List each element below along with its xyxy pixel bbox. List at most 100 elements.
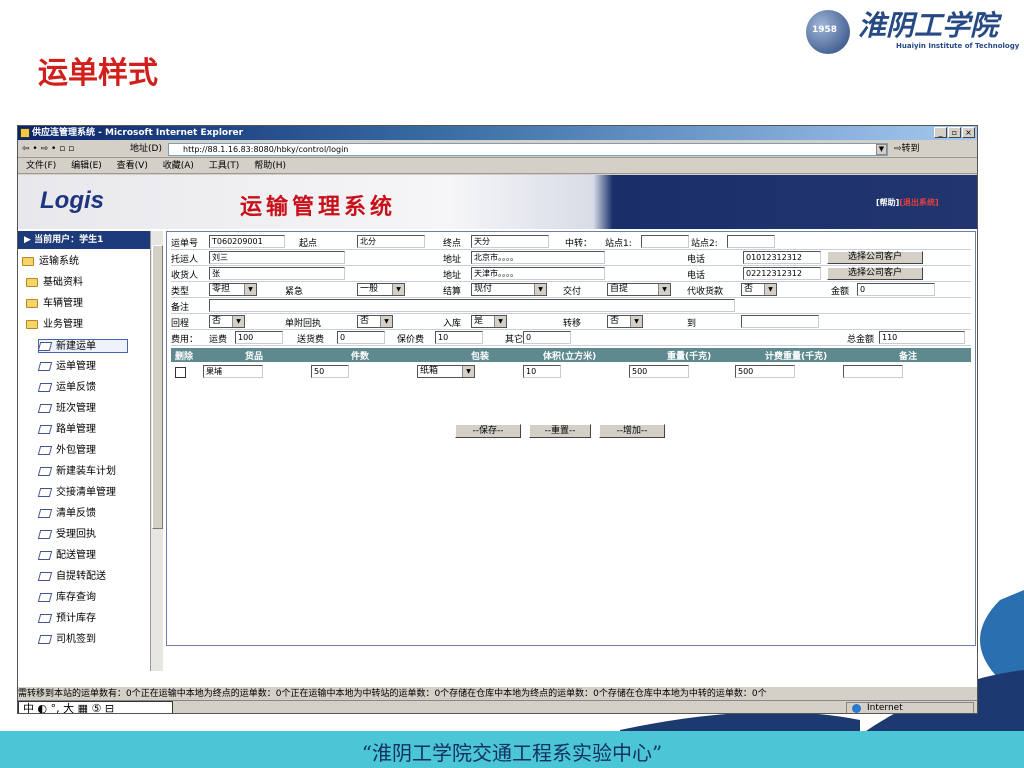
instock-select[interactable]: 是 [471, 315, 507, 328]
consignee-addr-input[interactable]: 天津市。。。。 [471, 267, 605, 280]
weight-input[interactable]: 500 [629, 365, 689, 378]
sidebar-item-waybill-feedback[interactable]: 运单反馈 [22, 381, 150, 395]
deliver-select[interactable]: 自提 [607, 283, 671, 296]
zone-label: Internet [867, 703, 903, 713]
return-select[interactable]: 否 [209, 315, 245, 328]
menu-favorites[interactable]: 收藏(A) [163, 161, 194, 171]
consignee-phone-input[interactable]: 02212312312 [743, 267, 821, 280]
form-row-waybill: 运单号 T060209001 起点 北分 终点 天分 中转： 站点1: 站点2: [171, 234, 971, 250]
sidebar-item-business[interactable]: 业务管理 [22, 318, 150, 332]
receipt-select[interactable]: 否 [357, 315, 393, 328]
menu-tools[interactable]: 工具(T) [209, 161, 240, 171]
menu-view[interactable]: 查看(V) [117, 161, 148, 171]
row-remark-input[interactable] [843, 365, 903, 378]
sidebar-item-list-feedback[interactable]: 清单反馈 [22, 507, 150, 521]
pack-select[interactable]: 纸箱 [417, 365, 475, 378]
shipper-input[interactable]: 刘三 [209, 251, 345, 264]
sidebar-item-forecast-stock[interactable]: 预计库存 [22, 612, 150, 626]
delivery-fee-input[interactable]: 0 [337, 331, 385, 344]
urgent-select[interactable]: 一般 [357, 283, 405, 296]
sidebar-item-stock-query[interactable]: 库存查询 [22, 591, 150, 605]
menu-edit[interactable]: 编辑(E) [71, 161, 102, 171]
logo-year: 1958 [812, 25, 838, 35]
edit-icon [37, 571, 53, 581]
current-user: ▶ 当前用户：学生1 [18, 231, 150, 249]
sidebar-item-delivery[interactable]: 配送管理 [22, 549, 150, 563]
insurance-input[interactable]: 10 [435, 331, 483, 344]
sidebar-item-new-waybill[interactable]: 新建运单 [37, 339, 128, 353]
total-input[interactable]: 110 [879, 331, 965, 344]
reset-button[interactable]: --重置-- [529, 424, 591, 438]
sidebar-scrollbar[interactable] [150, 231, 163, 671]
station1-input[interactable] [641, 235, 689, 248]
goods-input[interactable]: 果埔 [203, 365, 263, 378]
qty-input[interactable]: 50 [311, 365, 349, 378]
help-link[interactable]: [帮助] [876, 198, 899, 207]
consignee-input[interactable]: 张 [209, 267, 345, 280]
volume-input[interactable]: 10 [523, 365, 561, 378]
other-input[interactable]: 0 [523, 331, 571, 344]
delete-checkbox[interactable] [175, 367, 186, 378]
other-label: 其它 [505, 335, 524, 345]
edit-icon [37, 382, 53, 392]
transfer-label: 中转： [565, 239, 593, 249]
url-input[interactable]: http://88.1.16.83:8080/hbky/control/logi… [168, 143, 888, 156]
sidebar-item-receipt[interactable]: 受理回执 [22, 528, 150, 542]
waybill-no-input[interactable]: T060209001 [209, 235, 285, 248]
origin-input[interactable]: 北分 [357, 235, 425, 248]
transfer2-select[interactable]: 否 [607, 315, 643, 328]
sidebar-item-shift[interactable]: 班次管理 [22, 402, 150, 416]
exit-link[interactable]: [退出系统] [899, 198, 938, 207]
sidebar-item-transport[interactable]: 运输系统 [22, 255, 150, 269]
maximize-button[interactable]: ▫ [948, 127, 961, 138]
sidebar-item-outsource[interactable]: 外包管理 [22, 444, 150, 458]
remark-label: 备注 [171, 303, 190, 313]
station1-label: 站点1: [605, 239, 632, 249]
charge-weight-input[interactable]: 500 [735, 365, 795, 378]
header-links: [帮助][退出系统] [876, 197, 939, 208]
waybill-stats: 需转移到本站的运单数有：0个正在运输中本地为终点的运单数：0个正在运输中本地为中… [18, 689, 767, 699]
sidebar-item-driver-checkin[interactable]: 司机签到 [22, 633, 150, 647]
freight-input[interactable]: 100 [235, 331, 283, 344]
dest-input[interactable]: 天分 [471, 235, 549, 248]
back-forward-icon[interactable]: ⇦ • ⇨ • ▫ ▫ [22, 141, 74, 158]
go-button[interactable]: ⇨转到 [894, 141, 920, 158]
minimize-button[interactable]: _ [934, 127, 947, 138]
close-button[interactable]: × [962, 127, 975, 138]
shipper-addr-input[interactable]: 北京市。。。。 [471, 251, 605, 264]
sidebar-item-self-pickup[interactable]: 自提转配送 [22, 570, 150, 584]
menu-help[interactable]: 帮助(H) [254, 161, 286, 171]
add-button[interactable]: --增加-- [599, 424, 665, 438]
edit-icon [37, 529, 53, 539]
goods-grid-header: 删除 货品 件数 包装 体积(立方米) 重量(千克) 计费重量(千克) 备注 [171, 348, 971, 362]
amount-input[interactable]: 0 [857, 283, 935, 296]
sidebar-item-loading-plan[interactable]: 新建装车计划 [22, 465, 150, 479]
sidebar-item-route[interactable]: 路单管理 [22, 423, 150, 437]
type-select[interactable]: 零担 [209, 283, 257, 296]
to-label: 到 [687, 319, 697, 329]
slide-title: 运单样式 [38, 56, 158, 91]
sidebar-item-vehicle[interactable]: 车辆管理 [22, 297, 150, 311]
web-page: Logis 运输管理系统 [帮助][退出系统] ▶ 当前用户：学生1 运输系统 … [18, 175, 977, 687]
sidebar-item-basic-data[interactable]: 基础资料 [22, 276, 150, 290]
ime-toolbar[interactable]: 中 ◐ °, 大 ▦ ⑤ ⊟ [18, 701, 173, 713]
station2-input[interactable] [727, 235, 775, 248]
choose-consignee-button[interactable]: 选择公司客户 [827, 267, 923, 280]
choose-shipper-button[interactable]: 选择公司客户 [827, 251, 923, 264]
remark-input[interactable] [209, 299, 735, 312]
to-input[interactable] [741, 315, 819, 328]
app-logo: Logis [40, 187, 104, 214]
menu-file[interactable]: 文件(F) [26, 161, 56, 171]
menu-bar: 文件(F) 编辑(E) 查看(V) 收藏(A) 工具(T) 帮助(H) [18, 159, 977, 174]
ie-icon [20, 128, 30, 138]
scroll-thumb[interactable] [152, 245, 163, 529]
shipper-phone-input[interactable]: 01012312312 [743, 251, 821, 264]
sidebar-item-waybill-mgmt[interactable]: 运单管理 [22, 360, 150, 374]
sidebar-item-handover[interactable]: 交接清单管理 [22, 486, 150, 500]
freight-label: 运费 [209, 335, 228, 345]
settle-select[interactable]: 现付 [471, 283, 547, 296]
dropdown-arrow-icon[interactable]: ▼ [876, 144, 887, 155]
waybill-form-panel: 运单号 T060209001 起点 北分 终点 天分 中转： 站点1: 站点2: [166, 231, 976, 646]
save-button[interactable]: --保存-- [455, 424, 521, 438]
cod-select[interactable]: 否 [741, 283, 777, 296]
